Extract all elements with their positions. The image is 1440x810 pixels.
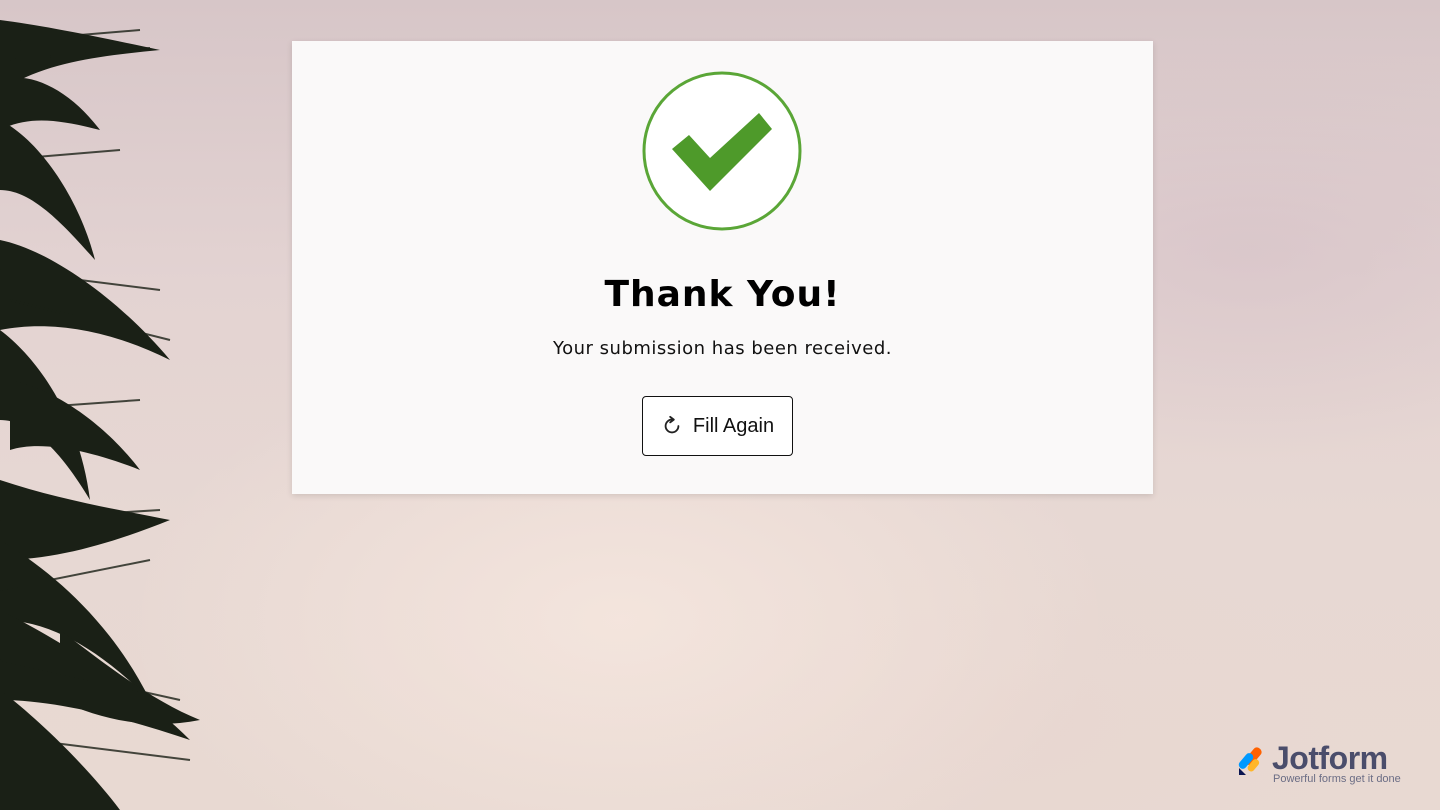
thank-you-card: Thank You! Your submission has been rece… xyxy=(292,41,1153,494)
jotform-logo-icon xyxy=(1238,747,1262,775)
jotform-branding[interactable]: Jotform Powerful forms get it done xyxy=(1236,740,1416,790)
palm-tree-background xyxy=(0,20,200,810)
jotform-tagline: Powerful forms get it done xyxy=(1273,773,1401,785)
jotform-wordmark: Jotform xyxy=(1272,740,1388,776)
page-title: Thank You! xyxy=(604,274,841,315)
fill-again-button[interactable]: Fill Again xyxy=(642,396,793,456)
refresh-icon xyxy=(664,415,680,434)
check-circle-icon xyxy=(642,71,802,231)
confirmation-message: Your submission has been received. xyxy=(553,338,892,359)
fill-again-label: Fill Again xyxy=(692,414,775,437)
